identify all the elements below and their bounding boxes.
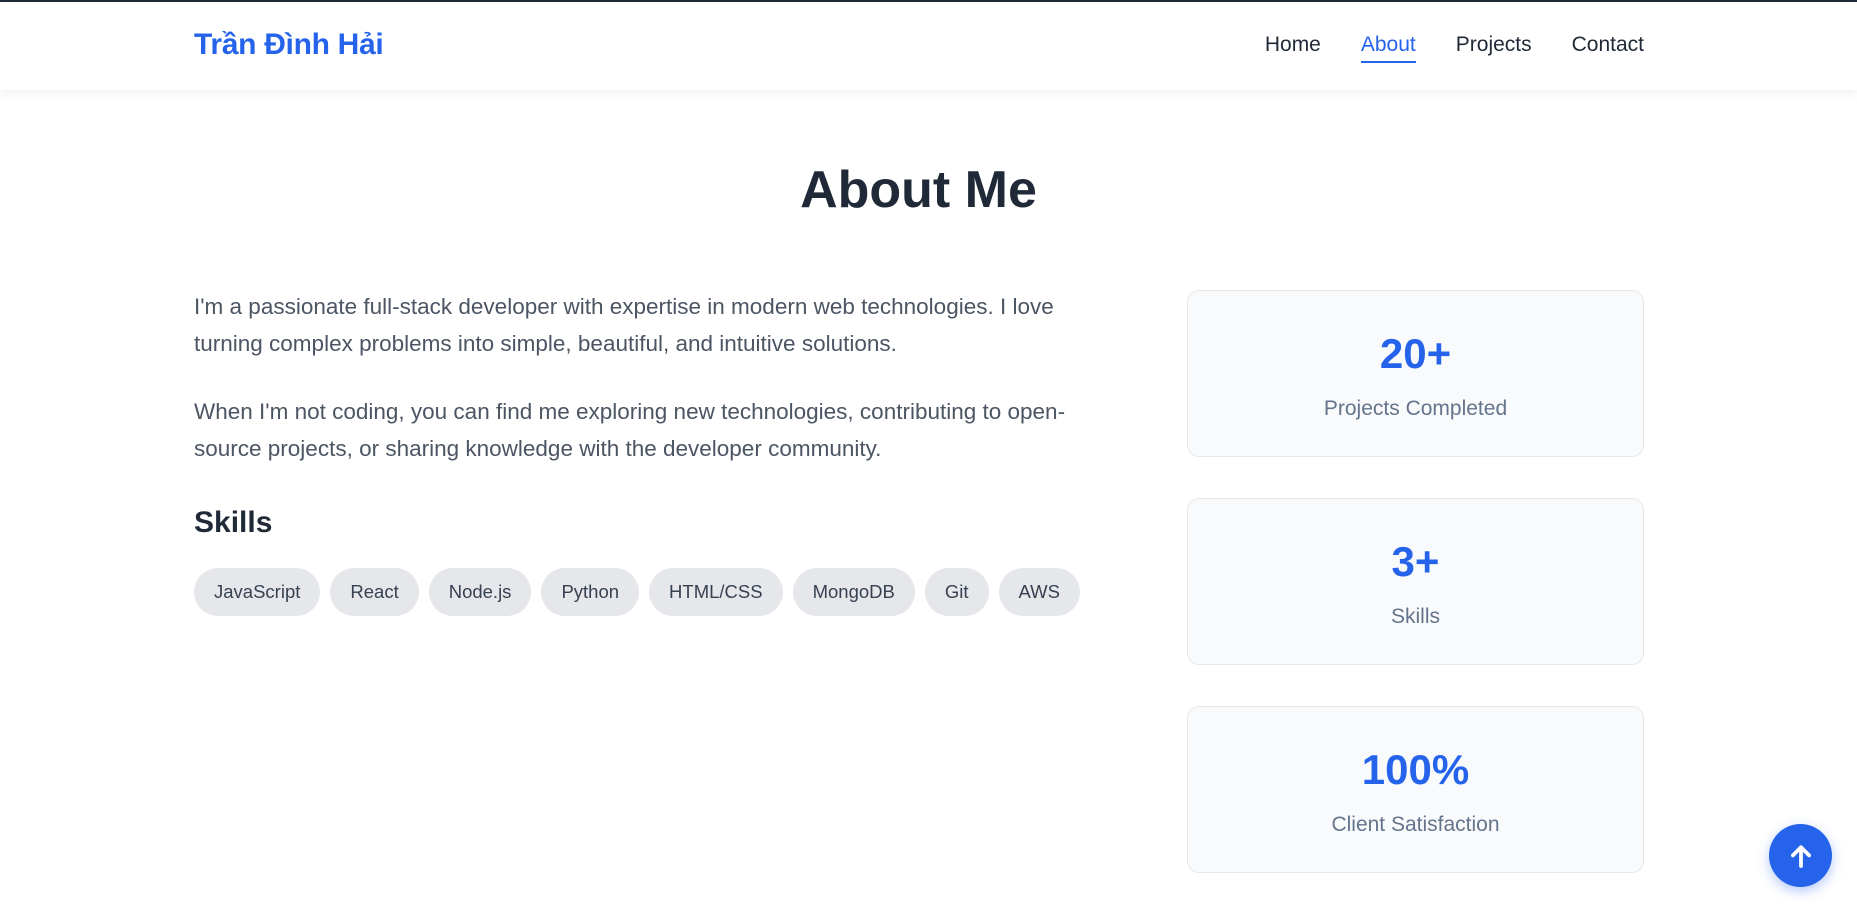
skill-chip: React — [330, 568, 419, 616]
skill-chip: HTML/CSS — [649, 568, 783, 616]
stat-card-skills: 3+ Skills — [1187, 498, 1644, 665]
skill-chip: Python — [541, 568, 640, 616]
scroll-to-top-button[interactable] — [1769, 824, 1832, 887]
main-nav: Home About Projects Contact — [1265, 33, 1644, 63]
stat-value: 100% — [1361, 746, 1470, 793]
skill-chip: AWS — [998, 568, 1080, 616]
stat-label: Client Satisfaction — [1331, 813, 1500, 836]
site-header: Trần Đình Hải Home About Projects Contac… — [0, 2, 1857, 90]
skills-list: JavaScript React Node.js Python HTML/CSS… — [194, 568, 1080, 616]
brand-logo[interactable]: Trần Đình Hải — [194, 28, 384, 62]
stats-column: 20+ Projects Completed 3+ Skills 100% Cl… — [1187, 290, 1644, 914]
nav-projects[interactable]: Projects — [1456, 33, 1532, 63]
bio-paragraph-1: I'm a passionate full-stack developer wi… — [194, 294, 1054, 356]
arrow-up-icon — [1790, 844, 1811, 868]
skill-chip: Git — [924, 568, 989, 616]
skill-chip: JavaScript — [194, 568, 321, 616]
bio-text: I'm a passionate full-stack developer wi… — [194, 288, 1114, 498]
nav-contact[interactable]: Contact — [1572, 33, 1644, 63]
nav-about[interactable]: About — [1360, 33, 1416, 63]
stat-card-projects: 20+ Projects Completed — [1187, 290, 1644, 457]
stat-card-satisfaction: 100% Client Satisfaction — [1187, 706, 1644, 873]
bio-paragraph-2: When I'm not coding, you can find me exp… — [194, 399, 1066, 461]
nav-home[interactable]: Home — [1265, 33, 1321, 63]
stat-value: 3+ — [1391, 538, 1440, 585]
stat-label: Skills — [1390, 605, 1440, 628]
skill-chip: MongoDB — [792, 568, 915, 616]
stat-label: Projects Completed — [1323, 397, 1508, 420]
skill-chip: Node.js — [428, 568, 532, 616]
page-title: About Me — [800, 161, 1037, 219]
skills-heading: Skills — [194, 506, 273, 539]
stat-value: 20+ — [1379, 330, 1452, 377]
